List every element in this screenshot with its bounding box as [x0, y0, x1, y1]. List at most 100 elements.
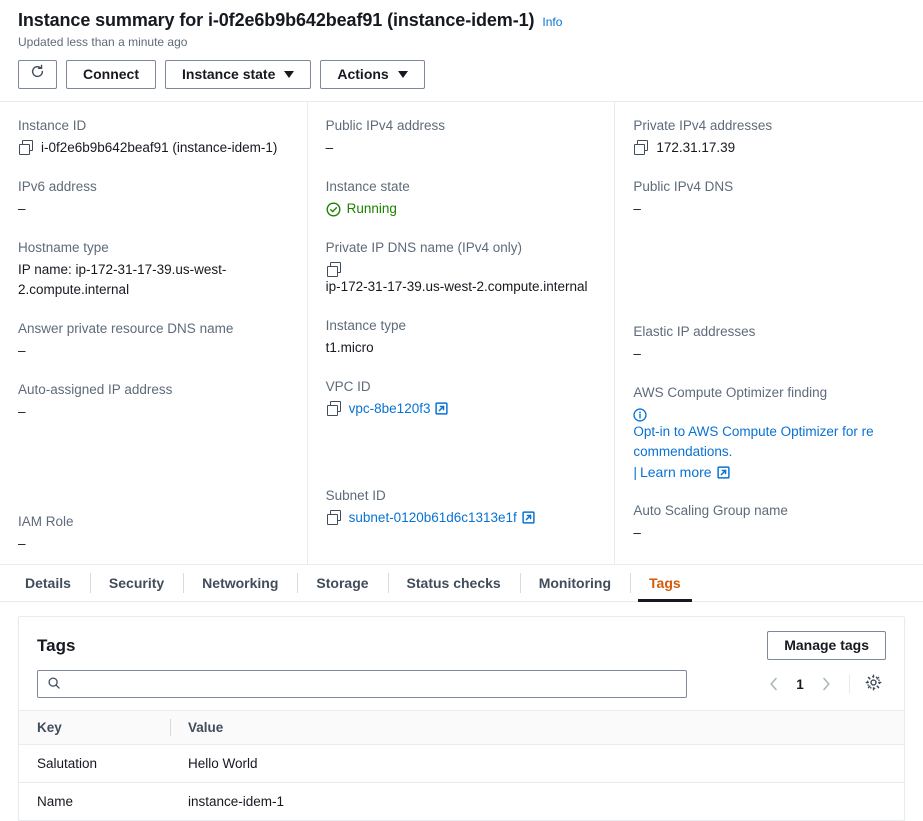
learn-more-link[interactable]: Learn more: [640, 464, 730, 480]
private-dns-value: ip-172-31-17-39.us-west-2.compute.intern…: [325, 279, 588, 294]
field-elastic-ip-addresses: Elastic IP addresses –: [633, 322, 905, 364]
tab-tags[interactable]: Tags: [630, 565, 700, 602]
subnet-id-link[interactable]: subnet-0120b61d6c1313e1f: [349, 508, 535, 528]
tab-networking[interactable]: Networking: [183, 565, 297, 601]
field-auto-assigned-ip: Auto-assigned IP address –: [18, 380, 289, 422]
field-label: Private IP DNS name (IPv4 only): [325, 240, 522, 255]
tags-panel-wrapper: Tags Manage tags 1 Key Value Salutation …: [0, 602, 923, 821]
tags-panel-title: Tags: [37, 635, 76, 655]
info-link[interactable]: Info: [542, 15, 562, 29]
copy-icon[interactable]: [19, 140, 33, 155]
status-badge: Running: [326, 199, 397, 219]
instance-state-button[interactable]: Instance state: [165, 60, 312, 89]
field-label: Hostname type: [18, 240, 109, 255]
copy-icon[interactable]: [326, 262, 341, 277]
copy-icon[interactable]: [634, 140, 649, 155]
previous-page-button[interactable]: [761, 671, 787, 697]
field-value: 172.31.17.39: [633, 138, 905, 158]
external-link-icon: [716, 464, 730, 479]
instance-state-value: Running: [346, 201, 397, 216]
field-label: Auto Scaling Group name: [633, 503, 788, 518]
field-private-ip-dns-name: Private IP DNS name (IPv4 only) ip-172-3…: [326, 238, 597, 297]
copy-icon[interactable]: [326, 510, 341, 525]
field-value: –: [633, 346, 641, 361]
tab-monitoring[interactable]: Monitoring: [519, 565, 630, 601]
field-public-ipv4-address: Public IPv4 address –: [326, 116, 597, 158]
field-instance-type: Instance type t1.micro: [326, 316, 597, 358]
tab-status-checks[interactable]: Status checks: [387, 565, 520, 601]
tab-security[interactable]: Security: [89, 565, 183, 601]
field-label: Private IPv4 addresses: [633, 118, 773, 133]
search-box[interactable]: [37, 670, 687, 698]
table-row[interactable]: Name instance-idem-1: [19, 783, 904, 821]
field-iam-role: IAM Role –: [18, 512, 289, 554]
field-value: Running: [326, 199, 597, 219]
subnet-id-value: subnet-0120b61d6c1313e1f: [348, 510, 517, 525]
settings-button[interactable]: [860, 671, 886, 697]
field-label: AWS Compute Optimizer finding: [633, 385, 828, 400]
tag-value-cell: Hello World: [170, 744, 904, 783]
field-subnet-id: Subnet ID subnet-0120b61d6c1313e1f: [326, 486, 597, 528]
external-link-icon: [522, 510, 535, 524]
field-value: –: [18, 343, 26, 358]
field-public-ipv4-dns: Public IPv4 DNS –: [633, 177, 905, 219]
learn-more-row: | Learn more: [633, 462, 905, 482]
field-value: IP name: ip-172-31-17-39.us-west-2.compu…: [18, 262, 227, 297]
search-icon: [47, 676, 61, 693]
title-row: Instance summary for i-0f2e6b9b642beaf91…: [18, 10, 905, 31]
field-auto-scaling-group-name: Auto Scaling Group name –: [633, 501, 905, 543]
refresh-button[interactable]: [18, 60, 57, 89]
field-label: Public IPv4 DNS: [633, 179, 734, 194]
field-label: Answer private resource DNS name: [18, 321, 234, 336]
tags-panel-header: Tags Manage tags: [19, 617, 904, 660]
private-ipv4-value: 172.31.17.39: [656, 140, 736, 155]
tab-bar: Details Security Networking Storage Stat…: [0, 564, 923, 602]
vpc-id-link[interactable]: vpc-8be120f3: [349, 399, 449, 419]
field-value: –: [18, 201, 26, 216]
actions-button[interactable]: Actions: [320, 60, 425, 89]
actions-label: Actions: [337, 66, 389, 82]
summary-column-1: Instance ID i-0f2e6b9b642beaf91 (instanc…: [0, 102, 308, 564]
pagination: 1: [761, 671, 886, 697]
field-hostname-type: Hostname type IP name: ip-172-31-17-39.u…: [18, 238, 289, 300]
column-header-key[interactable]: Key: [19, 710, 170, 745]
chevron-down-icon: [284, 71, 295, 78]
learn-more-label: Learn more: [639, 464, 712, 480]
field-label: Elastic IP addresses: [633, 324, 756, 339]
tag-value-cell: instance-idem-1: [188, 794, 285, 809]
tags-panel-tools: 1: [19, 660, 904, 710]
tags-table: Key Value Salutation Hello World Name in…: [19, 710, 904, 820]
gear-icon: [865, 674, 882, 694]
connect-button[interactable]: Connect: [66, 60, 156, 89]
field-value: t1.micro: [325, 340, 374, 355]
copy-icon[interactable]: [326, 401, 341, 416]
field-value: –: [633, 201, 641, 216]
field-value: –: [18, 536, 26, 551]
page-title: Instance summary for i-0f2e6b9b642beaf91…: [18, 10, 535, 30]
field-value: –: [18, 404, 26, 419]
next-page-button[interactable]: [813, 671, 839, 697]
page-header: Instance summary for i-0f2e6b9b642beaf91…: [0, 0, 923, 102]
pagination-divider: [849, 674, 850, 694]
instance-summary-grid: Instance ID i-0f2e6b9b642beaf91 (instanc…: [0, 102, 923, 564]
search-input[interactable]: [69, 675, 677, 693]
field-value: vpc-8be120f3: [326, 399, 597, 419]
optimizer-message: Opt-in to AWS Compute Optimizer for re c…: [633, 424, 874, 459]
column-header-value[interactable]: Value: [170, 710, 904, 745]
field-label: VPC ID: [325, 379, 371, 394]
field-value: Opt-in to AWS Compute Optimizer for re c…: [633, 405, 905, 462]
tab-details[interactable]: Details: [6, 565, 90, 601]
field-value: –: [633, 525, 641, 540]
manage-tags-button[interactable]: Manage tags: [767, 631, 886, 660]
updated-timestamp: Updated less than a minute ago: [18, 35, 188, 49]
field-compute-optimizer-finding: AWS Compute Optimizer finding Opt-in to …: [633, 383, 905, 482]
field-label: IPv6 address: [18, 179, 97, 194]
field-instance-id: Instance ID i-0f2e6b9b642beaf91 (instanc…: [18, 116, 289, 158]
vpc-id-value: vpc-8be120f3: [348, 401, 431, 416]
page-number[interactable]: 1: [791, 677, 809, 692]
field-instance-state: Instance state Running: [326, 177, 597, 219]
tab-storage[interactable]: Storage: [297, 565, 387, 601]
table-row[interactable]: Salutation Hello World: [19, 744, 904, 783]
chevron-down-icon: [397, 71, 408, 78]
field-value: i-0f2e6b9b642beaf91 (instance-idem-1): [18, 138, 289, 158]
